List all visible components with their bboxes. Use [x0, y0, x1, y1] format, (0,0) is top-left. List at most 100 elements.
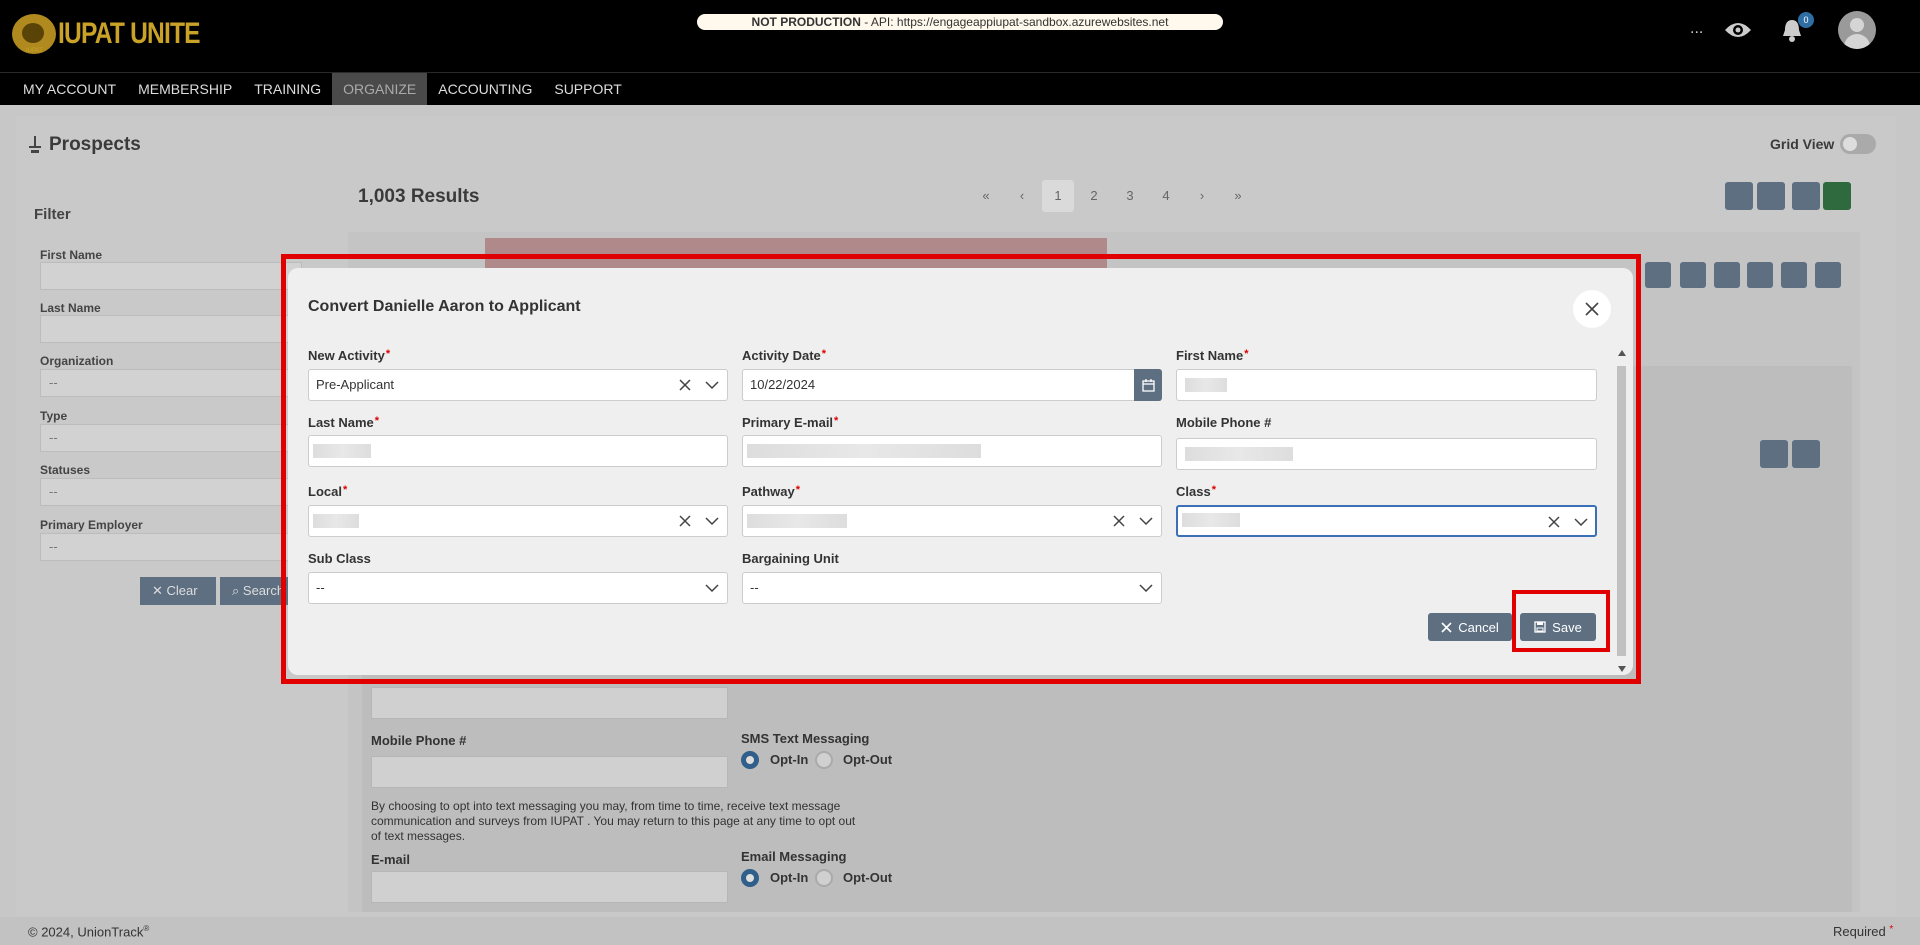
first-name-input[interactable] — [1176, 369, 1597, 401]
chevron-down-icon[interactable] — [705, 506, 719, 536]
new-activity-select[interactable]: Pre-Applicant — [308, 369, 728, 401]
email-opt-out-radio[interactable] — [815, 869, 833, 887]
eye-icon[interactable] — [1724, 20, 1752, 40]
nav-accounting[interactable]: ACCOUNTING — [427, 73, 543, 105]
filter-clear-button[interactable]: ✕ Clear — [140, 577, 216, 605]
required-mark: * — [795, 484, 801, 496]
clear-icon[interactable] — [1113, 506, 1125, 536]
card-notify-button[interactable] — [1747, 262, 1773, 288]
clear-icon[interactable] — [679, 370, 691, 400]
modal-scrollbar[interactable] — [1615, 348, 1629, 675]
scroll-down-icon[interactable] — [1618, 666, 1626, 672]
filter-search-button[interactable]: ⌕ Search — [220, 577, 290, 605]
filter-title: Filter — [34, 206, 71, 223]
page-2-button[interactable]: 2 — [1078, 180, 1110, 212]
close-button[interactable] — [1573, 290, 1611, 328]
activity-date-input[interactable]: 10/22/2024 — [742, 369, 1162, 401]
logo-text: IUPAT UNITE — [58, 17, 201, 50]
sub-class-value: -- — [316, 580, 325, 595]
bg-sms-label: SMS Text Messaging — [741, 731, 870, 746]
new-activity-value: Pre-Applicant — [316, 377, 395, 392]
card-action-1[interactable] — [1645, 262, 1671, 288]
filter-organization-select[interactable]: -- — [40, 369, 302, 397]
registered-mark: ® — [143, 924, 150, 933]
detail-refresh-button[interactable] — [1760, 440, 1788, 468]
notification-badge: 0 — [1798, 12, 1814, 28]
required-mark: * — [834, 415, 839, 427]
sms-opt-in-radio[interactable] — [741, 751, 759, 769]
chevron-down-icon[interactable] — [1139, 573, 1153, 603]
card-upload-button[interactable] — [1815, 262, 1841, 288]
filter-type-select[interactable]: -- — [40, 424, 302, 452]
redacted-value — [313, 444, 371, 458]
filter-organization-label: Organization — [40, 354, 114, 368]
chevron-down-icon[interactable] — [705, 573, 719, 603]
page-1-button[interactable]: 1 — [1042, 180, 1074, 212]
primary-email-label: Primary E-mail* — [742, 415, 838, 430]
nav-support[interactable]: SUPPORT — [543, 73, 632, 105]
last-name-input[interactable] — [308, 435, 728, 467]
grid-view-toggle[interactable] — [1840, 134, 1876, 154]
page-3-button[interactable]: 3 — [1114, 180, 1146, 212]
filter-toggle-button[interactable] — [1725, 182, 1753, 210]
chevron-down-icon[interactable] — [1574, 507, 1588, 537]
first-page-button[interactable]: « — [970, 180, 1002, 212]
card-call-button[interactable] — [1680, 262, 1706, 288]
scroll-up-icon[interactable] — [1618, 350, 1626, 356]
scrollbar-thumb[interactable] — [1617, 366, 1626, 656]
refresh-button[interactable] — [1757, 182, 1785, 210]
sms-opt-out-radio[interactable] — [815, 751, 833, 769]
redacted-value — [747, 444, 981, 458]
filter-first-name-input[interactable] — [40, 262, 302, 290]
pathway-select[interactable] — [742, 505, 1162, 537]
card-edit-button[interactable] — [1781, 262, 1807, 288]
detail-add-button[interactable] — [1792, 440, 1820, 468]
app-logo[interactable]: IUPAT UNITE — [12, 14, 231, 54]
local-label: Local* — [308, 484, 347, 499]
bg-mobile-input[interactable] — [371, 756, 728, 788]
filter-statuses-select[interactable]: -- — [40, 478, 302, 506]
nav-my-account[interactable]: MY ACCOUNT — [12, 73, 127, 105]
primary-email-input[interactable] — [742, 435, 1162, 467]
next-page-button[interactable]: › — [1186, 180, 1218, 212]
prospector-icon — [29, 136, 41, 153]
local-select[interactable] — [308, 505, 728, 537]
clear-icon[interactable] — [1548, 507, 1560, 537]
nav-organize[interactable]: ORGANIZE — [332, 73, 428, 105]
save-highlight-frame — [1512, 590, 1610, 652]
filter-last-name-input[interactable] — [40, 315, 302, 343]
more-options-button[interactable]: ... — [1690, 20, 1703, 38]
redacted-value — [1185, 378, 1227, 392]
bg-email-messaging-label: Email Messaging — [741, 849, 847, 864]
clear-icon[interactable] — [679, 506, 691, 536]
chevron-down-icon[interactable] — [1139, 506, 1153, 536]
export-button[interactable] — [1823, 182, 1851, 210]
card-chat-button[interactable] — [1714, 262, 1740, 288]
nav-membership[interactable]: MEMBERSHIP — [127, 73, 243, 105]
email-opt-in-radio[interactable] — [741, 869, 759, 887]
bg-email-input[interactable] — [371, 871, 728, 903]
add-button[interactable] — [1792, 182, 1820, 210]
nav-training[interactable]: TRAINING — [243, 73, 332, 105]
page-title: Prospects — [49, 134, 141, 155]
last-page-button[interactable]: » — [1222, 180, 1254, 212]
mobile-phone-input[interactable] — [1176, 438, 1597, 470]
page-4-button[interactable]: 4 — [1150, 180, 1182, 212]
class-select[interactable] — [1176, 505, 1597, 537]
top-bar: IUPAT UNITE IUPAT NOT PRODUCTION - API: … — [0, 0, 1920, 72]
calendar-icon[interactable] — [1134, 369, 1162, 401]
bargaining-unit-select[interactable]: -- — [742, 572, 1162, 604]
bg-input-field[interactable] — [371, 687, 728, 719]
cancel-button[interactable]: Cancel — [1428, 613, 1512, 641]
chevron-down-icon[interactable] — [705, 370, 719, 400]
user-avatar[interactable] — [1838, 11, 1876, 49]
env-label: NOT PRODUCTION — [751, 15, 861, 29]
prev-page-button[interactable]: ‹ — [1006, 180, 1038, 212]
required-legend-mark: * — [1889, 924, 1894, 935]
convert-to-applicant-modal: Convert Danielle Aaron to Applicant New … — [288, 268, 1633, 675]
clear-label: Clear — [166, 583, 198, 598]
search-label: Search — [242, 583, 285, 598]
filter-primary-employer-select[interactable]: -- — [40, 533, 302, 561]
new-activity-label-text: New Activity — [308, 348, 385, 363]
sub-class-select[interactable]: -- — [308, 572, 728, 604]
